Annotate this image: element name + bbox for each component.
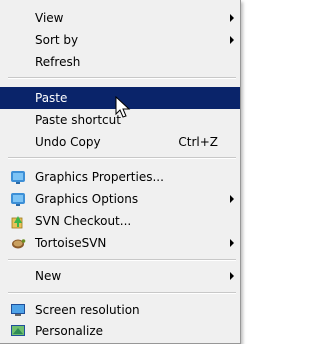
intel-graphics-icon: [11, 193, 25, 206]
desktop-context-menu: View Sort by Refresh Paste Paste shortcu…: [0, 0, 241, 344]
menu-item-new[interactable]: New: [0, 265, 240, 287]
submenu-arrow-icon: [230, 195, 234, 203]
menu-item-personalize[interactable]: Personalize: [0, 320, 240, 342]
menu-item-screen-resolution-label: Screen resolution: [35, 303, 140, 317]
menu-separator: [8, 77, 236, 79]
menu-item-svn-checkout-label: SVN Checkout...: [35, 214, 132, 228]
menu-item-sort-by-label: Sort by: [35, 33, 79, 47]
menu-item-graphics-options[interactable]: Graphics Options: [0, 188, 240, 210]
menu-item-undo-copy[interactable]: Undo Copy Ctrl+Z: [0, 131, 240, 153]
menu-item-undo-copy-shortcut: Ctrl+Z: [178, 135, 218, 149]
personalize-icon: [11, 325, 25, 336]
menu-item-paste-shortcut-label: Paste shortcut: [35, 113, 121, 127]
menu-item-sort-by[interactable]: Sort by: [0, 29, 240, 51]
menu-item-tortoisesvn[interactable]: TortoiseSVN: [0, 232, 240, 254]
monitor-icon: [11, 304, 25, 316]
svn-checkout-icon: [11, 216, 23, 229]
menu-separator: [8, 292, 236, 294]
menu-item-graphics-options-label: Graphics Options: [35, 192, 139, 206]
tortoisesvn-icon: [12, 239, 26, 249]
menu-item-new-label: New: [35, 269, 62, 283]
menu-item-personalize-label: Personalize: [35, 324, 104, 338]
submenu-arrow-icon: [230, 239, 234, 247]
menu-item-refresh[interactable]: Refresh: [0, 51, 240, 73]
menu-item-refresh-label: Refresh: [35, 55, 81, 69]
menu-item-paste-label: Paste: [35, 91, 68, 105]
menu-item-view[interactable]: View: [0, 7, 240, 29]
menu-item-graphics-properties[interactable]: Graphics Properties...: [0, 166, 240, 188]
menu-item-graphics-properties-label: Graphics Properties...: [35, 170, 164, 184]
menu-item-screen-resolution[interactable]: Screen resolution: [0, 299, 240, 321]
mouse-pointer-icon: [115, 96, 131, 118]
menu-separator: [8, 157, 236, 159]
menu-item-undo-copy-label: Undo Copy: [35, 135, 101, 149]
submenu-arrow-icon: [230, 14, 234, 22]
menu-item-tortoisesvn-label: TortoiseSVN: [35, 236, 107, 250]
submenu-arrow-icon: [230, 36, 234, 44]
menu-item-view-label: View: [35, 11, 64, 25]
menu-item-svn-checkout[interactable]: SVN Checkout...: [0, 210, 240, 232]
menu-separator: [8, 259, 236, 261]
intel-graphics-icon: [11, 171, 25, 184]
submenu-arrow-icon: [230, 272, 234, 280]
